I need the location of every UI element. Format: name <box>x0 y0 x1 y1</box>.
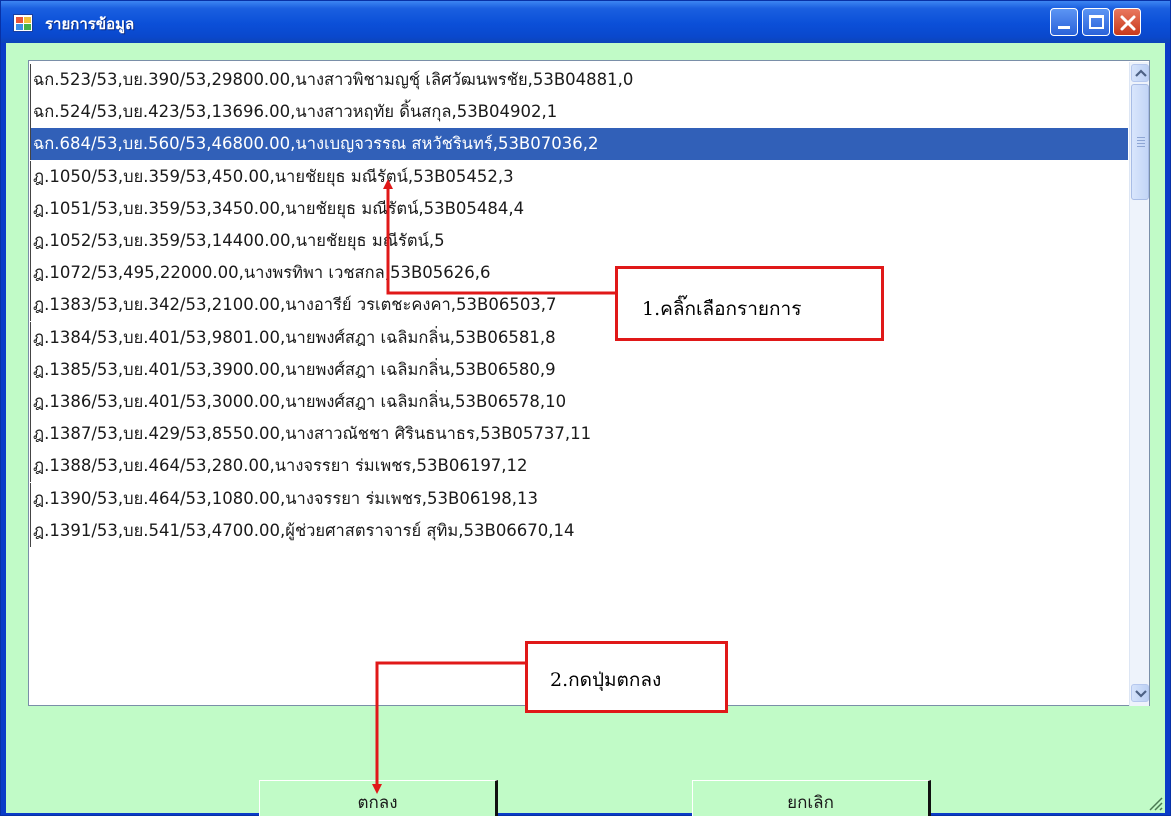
close-icon <box>1120 15 1136 31</box>
list-item[interactable]: ฎ.1387/53,บย.429/53,8550.00,นางสาวณัชชา … <box>30 418 1128 451</box>
list-item[interactable]: ฎ.1072/53,495,22000.00,นางพรทิพา เวชสกล,… <box>30 257 1128 290</box>
vertical-scrollbar[interactable] <box>1129 62 1149 706</box>
minimize-icon <box>1058 26 1070 29</box>
list-item[interactable]: ฎ.1388/53,บย.464/53,280.00,นางจรรยา ร่มเ… <box>30 450 1128 483</box>
close-button[interactable] <box>1113 8 1141 36</box>
window-title: รายการข้อมูล <box>45 15 135 33</box>
list-item[interactable]: ฉก.524/53,บย.423/53,13696.00,นางสาวหฤทัย… <box>30 96 1128 129</box>
list-item[interactable]: ฎ.1384/53,บย.401/53,9801.00,นายพงศ์สฎา เ… <box>30 321 1128 354</box>
maximize-button[interactable] <box>1082 8 1110 36</box>
cancel-button[interactable]: ยกเลิก <box>692 780 931 816</box>
list-item[interactable]: ฎ.1386/53,บย.401/53,3000.00,นายพงศ์สฎา เ… <box>30 386 1128 418</box>
list-item[interactable]: ฉก.684/53,บย.560/53,46800.00,นางเบญจวรรณ… <box>30 128 1128 161</box>
scroll-down-button[interactable] <box>1131 684 1149 702</box>
list-item[interactable]: ฎ.1050/53,บย.359/53,450.00,นายชัยยุธ มณี… <box>30 160 1128 193</box>
list-item[interactable]: ฎ.1051/53,บย.359/53,3450.00,นายชัยยุธ มณ… <box>30 192 1128 225</box>
annotation-step2: 2.กดปุ่มตกลง <box>525 641 728 713</box>
chevron-down-icon <box>1135 690 1147 698</box>
scroll-up-button[interactable] <box>1131 64 1149 82</box>
list-item[interactable]: ฎ.1385/53,บย.401/53,3900.00,นายพงศ์สฎา เ… <box>30 353 1128 386</box>
app-grid-icon <box>13 14 33 32</box>
annotation-step1-text: 1.คลิ๊กเลือกรายการ <box>642 298 802 320</box>
list-item[interactable]: ฎ.1391/53,บย.541/53,4700.00,ผู้ช่วยศาสตร… <box>30 514 1128 547</box>
annotation-step2-text: 2.กดปุ่มตกลง <box>550 669 662 691</box>
list-items: ฉก.523/53,บย.390/53,29800.00,นางสาวพิชาม… <box>30 62 1128 706</box>
maximize-icon <box>1089 15 1104 29</box>
list-item[interactable]: ฎ.1052/53,บย.359/53,14400.00,นายชัยยุธ ม… <box>30 225 1128 257</box>
annotation-step1: 1.คลิ๊กเลือกรายการ <box>615 266 884 341</box>
data-listbox[interactable]: ฉก.523/53,บย.390/53,29800.00,นางสาวพิชาม… <box>28 60 1150 706</box>
chevron-up-icon <box>1135 69 1147 77</box>
scroll-thumb[interactable] <box>1131 84 1149 200</box>
title-bar[interactable]: รายการข้อมูล <box>1 1 1170 43</box>
list-item[interactable]: ฎ.1390/53,บย.464/53,1080.00,นางจรรยา ร่ม… <box>30 482 1128 515</box>
minimize-button[interactable] <box>1050 8 1078 36</box>
list-item[interactable]: ฎ.1383/53,บย.342/53,2100.00,นางอารีย์ วร… <box>30 289 1128 322</box>
resize-grip-icon[interactable] <box>1145 793 1163 811</box>
list-item[interactable]: ฉก.523/53,บย.390/53,29800.00,นางสาวพิชาม… <box>30 64 1128 96</box>
ok-button[interactable]: ตกลง <box>259 780 498 816</box>
